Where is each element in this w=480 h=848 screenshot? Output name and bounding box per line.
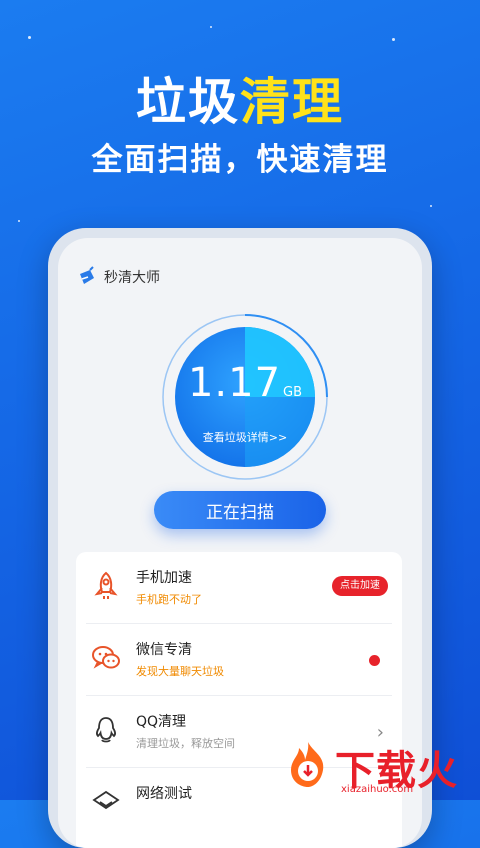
item-title: 微信专清 xyxy=(136,642,192,658)
scanning-button[interactable]: 正在扫描 xyxy=(154,491,326,529)
list-item-phone-boost[interactable]: 手机加速 手机跑不动了 点击加速 xyxy=(76,552,402,624)
promo-subheadline: 全面扫描，快速清理 xyxy=(91,142,389,178)
app-header: 秒清大师 xyxy=(76,266,160,288)
star-decoration xyxy=(430,205,432,207)
star-decoration xyxy=(210,26,212,28)
gauge-value: 1.17 GB xyxy=(162,360,328,406)
feature-list: 手机加速 手机跑不动了 点击加速 微信专清 发现大量聊天垃圾 QQ清理 清理垃圾… xyxy=(76,552,402,848)
promo-headline: 垃圾清理 xyxy=(0,62,480,134)
junk-size-gauge[interactable]: 1.17 GB 查看垃圾详情>> xyxy=(162,314,328,480)
watermark: 下载火 xiazaihuo.com xyxy=(283,738,480,798)
item-subtitle: 清理垃圾，释放空间 xyxy=(136,737,235,750)
notification-dot xyxy=(369,655,380,666)
item-title: QQ清理 xyxy=(136,714,187,730)
rocket-icon xyxy=(94,571,118,599)
flame-logo-icon xyxy=(291,742,324,787)
star-decoration xyxy=(392,38,395,41)
boost-action-button[interactable]: 点击加速 xyxy=(332,576,388,596)
junk-details-link[interactable]: 查看垃圾详情>> xyxy=(162,429,328,445)
item-subtitle: 发现大量聊天垃圾 xyxy=(136,665,224,678)
headline-accent: 清理 xyxy=(240,73,344,131)
app-title: 秒清大师 xyxy=(104,270,160,286)
gauge-number: 1.17 xyxy=(187,360,282,406)
broom-icon xyxy=(80,266,94,284)
network-icon xyxy=(92,790,120,810)
star-decoration xyxy=(28,36,31,39)
item-title: 手机加速 xyxy=(136,570,192,586)
item-title: 网络测试 xyxy=(136,786,192,802)
wechat-icon xyxy=(92,646,120,669)
star-decoration xyxy=(18,220,20,222)
gauge-unit: GB xyxy=(283,385,303,400)
item-subtitle: 手机跑不动了 xyxy=(136,593,202,606)
headline-plain: 垃圾 xyxy=(136,73,240,131)
watermark-domain: xiazaihuo.com xyxy=(341,784,414,795)
list-item-wechat-clean[interactable]: 微信专清 发现大量聊天垃圾 xyxy=(76,624,402,696)
qq-icon xyxy=(96,717,116,743)
